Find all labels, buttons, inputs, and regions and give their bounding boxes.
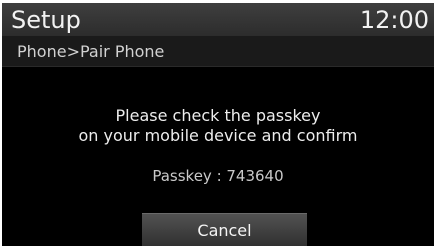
passkey-text: Passkey : 743640	[152, 167, 284, 185]
clock: 12:00	[359, 6, 429, 34]
title-bar: Setup 12:00	[2, 3, 434, 36]
confirmation-message: Please check the passkey on your mobile …	[2, 106, 434, 146]
display-screen: Setup 12:00 Phone>Pair Phone Please chec…	[2, 3, 434, 246]
breadcrumb: Phone>Pair Phone	[17, 42, 165, 61]
breadcrumb-bar: Phone>Pair Phone	[2, 36, 434, 67]
message-line-2: on your mobile device and confirm	[78, 126, 358, 145]
cancel-button[interactable]: Cancel	[142, 213, 307, 246]
page-title: Setup	[11, 6, 81, 34]
message-line-1: Please check the passkey	[115, 106, 321, 125]
